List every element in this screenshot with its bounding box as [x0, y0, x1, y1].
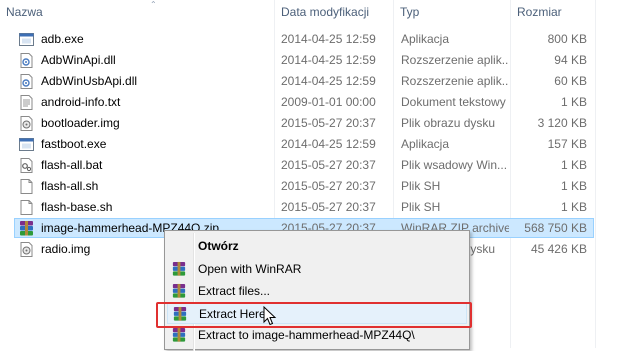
file-name: flash-all.sh: [41, 179, 99, 193]
file-row[interactable]: AdbWinUsbApi.dll 2014-04-25 12:59 Rozszerz…: [0, 71, 633, 92]
file-date: 2014-04-25 12:59: [281, 32, 376, 46]
column-header-bar: Nazwa ⌃ Data modyfikacji Typ Rozmiar: [0, 0, 633, 24]
file-date: 2015-05-27 20:37: [281, 200, 376, 214]
file-size: 800 KB: [547, 32, 587, 46]
file-row[interactable]: flash-base.sh 2015-05-27 20:37 Plik SH 1 KB: [0, 197, 633, 218]
file-size: 1 KB: [560, 158, 587, 172]
file-date: 2014-04-25 12:59: [281, 74, 376, 88]
blank-file-icon: [18, 178, 35, 195]
exe-icon: [18, 136, 35, 153]
file-name: adb.exe: [41, 32, 84, 46]
file-name: AdbWinUsbApi.dll: [41, 74, 138, 88]
file-size: 45 426 KB: [530, 242, 587, 256]
file-type: Aplikacja: [401, 32, 450, 46]
winrar-extract-icon: [171, 283, 187, 299]
file-row[interactable]: AdbWinApi.dll 2014-04-25 12:59 Rozszerzeni…: [0, 50, 633, 71]
column-header-name[interactable]: Nazwa: [0, 0, 274, 24]
file-date: 2014-04-25 12:59: [281, 53, 376, 67]
file-row[interactable]: fastboot.exe 2014-04-25 12:59 Aplikacja 157…: [0, 134, 633, 155]
column-header-size[interactable]: Rozmiar: [511, 0, 595, 24]
file-row[interactable]: adb.exe 2014-04-25 12:59 Aplikacja 800 KB: [0, 29, 633, 50]
file-type: Rozszerzenie aplik...: [401, 74, 509, 88]
menu-item-otw-rz[interactable]: Otwórz: [167, 235, 467, 257]
file-row[interactable]: android-info.txt 2009-01-01 00:00 Dokument…: [0, 92, 633, 113]
context-menu: Otwórz Open with WinRAR Extract files... Ex…: [164, 230, 470, 351]
column-header-date-label: Data modyfikacji: [281, 5, 370, 19]
menu-item-label: Otwórz: [198, 239, 239, 253]
batch-file-icon: [18, 157, 35, 174]
file-date: 2014-04-25 12:59: [281, 137, 376, 151]
text-file-icon: [18, 94, 35, 111]
column-header-name-label: Nazwa: [6, 5, 43, 19]
dll-icon: [18, 73, 35, 90]
file-size: 94 KB: [554, 53, 587, 67]
file-name: AdbWinApi.dll: [41, 53, 116, 67]
file-size: 1 KB: [560, 95, 587, 109]
winrar-icon: [18, 220, 35, 237]
file-row[interactable]: bootloader.img 2015-05-27 20:37 Plik obraz…: [0, 113, 633, 134]
menu-item-open-with-winrar[interactable]: Open with WinRAR: [167, 258, 467, 280]
column-header-date[interactable]: Data modyfikacji: [275, 0, 393, 24]
disk-image-icon: [18, 241, 35, 258]
file-type: Plik wsadowy Win...: [401, 158, 508, 172]
file-row[interactable]: flash-all.sh 2015-05-27 20:37 Plik SH 1 KB: [0, 176, 633, 197]
file-name: flash-all.bat: [41, 158, 103, 172]
file-type: Plik obrazu dysku: [401, 116, 496, 130]
winrar-extract-icon: [171, 327, 187, 343]
file-date: 2009-01-01 00:00: [281, 95, 376, 109]
file-row[interactable]: flash-all.bat 2015-05-27 20:37 Plik wsadow…: [0, 155, 633, 176]
file-date: 2015-05-27 20:37: [281, 116, 376, 130]
column-header-type-label: Typ: [400, 5, 420, 19]
file-size: 1 KB: [560, 179, 587, 193]
file-size: 568 750 KB: [524, 221, 587, 235]
file-name: bootloader.img: [41, 116, 120, 130]
file-type: Plik SH: [401, 200, 441, 214]
file-name: android-info.txt: [41, 95, 121, 109]
file-size: 157 KB: [547, 137, 587, 151]
column-header-type[interactable]: Typ: [394, 0, 510, 24]
file-type: Plik SH: [401, 179, 441, 193]
sort-ascending-icon: ⌃: [150, 0, 157, 9]
highlight-annotation-box: [156, 302, 472, 328]
dll-icon: [18, 52, 35, 69]
mouse-cursor-icon: [263, 306, 277, 326]
exe-icon: [18, 31, 35, 48]
file-type: Rozszerzenie aplik...: [401, 53, 509, 67]
menu-item-label: Extract files...: [198, 284, 271, 298]
column-header-size-label: Rozmiar: [517, 5, 562, 19]
file-size: 3 120 KB: [537, 116, 587, 130]
file-size: 60 KB: [554, 74, 587, 88]
winrar-icon: [171, 261, 187, 277]
file-name: fastboot.exe: [41, 137, 107, 151]
disk-image-icon: [18, 115, 35, 132]
menu-item-extract-files[interactable]: Extract files...: [167, 280, 467, 302]
file-type: Aplikacja: [401, 137, 450, 151]
blank-file-icon: [18, 199, 35, 216]
file-name: flash-base.sh: [41, 200, 113, 214]
file-date: 2015-05-27 20:37: [281, 158, 376, 172]
menu-item-label: Open with WinRAR: [198, 262, 302, 276]
file-size: 1 KB: [560, 200, 587, 214]
file-date: 2015-05-27 20:37: [281, 179, 376, 193]
file-type: Dokument tekstowy: [401, 95, 506, 109]
